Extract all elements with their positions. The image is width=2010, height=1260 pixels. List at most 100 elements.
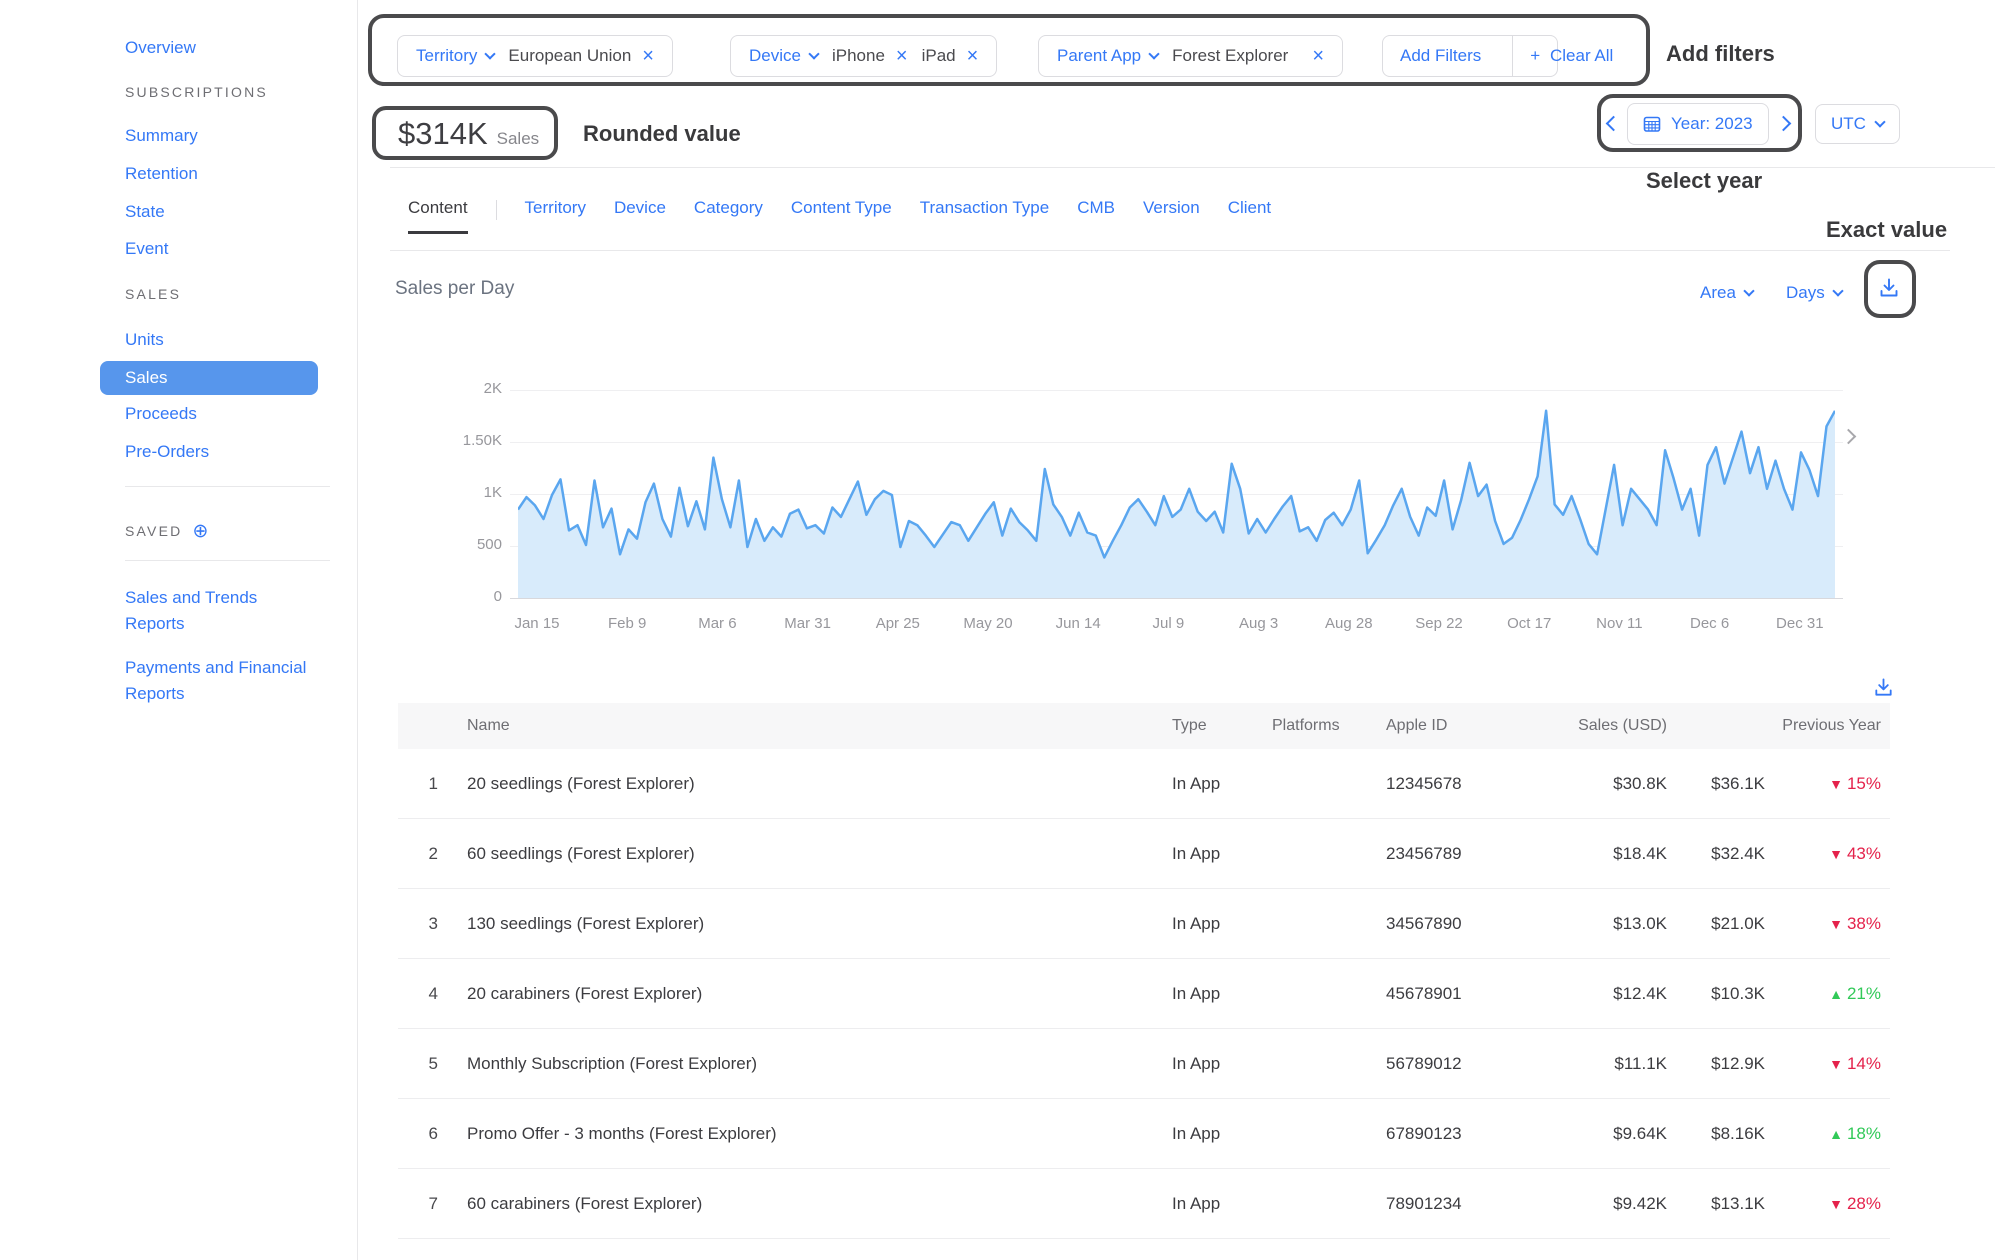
y-axis-tick: 2K [440,380,502,397]
sales-usd: $11.1K [1614,1029,1667,1099]
product-type: In App [1172,1169,1220,1239]
x-axis-tick: Jun 14 [1033,615,1123,632]
apple-id: 23456789 [1386,819,1462,889]
annotation-add-filters: Add filters [1666,41,1775,67]
remove-filter-icon[interactable]: × [896,46,908,66]
product-type: In App [1172,1029,1220,1099]
tab-client[interactable]: Client [1228,198,1271,231]
device-filter-label[interactable]: Device [749,46,818,66]
product-name: 60 seedlings (Forest Explorer) [467,819,695,889]
remove-filter-icon[interactable]: × [1312,46,1324,66]
change-percent: ▼28% [1829,1169,1881,1239]
sidebar-item-retention[interactable]: Retention [125,164,198,184]
sidebar-item-event[interactable]: Event [125,239,168,259]
table-row[interactable]: 2 60 seedlings (Forest Explorer) In App … [398,819,1890,889]
kpi-total-sales: $314K Sales [398,116,539,152]
x-axis-tick: Jul 9 [1123,615,1213,632]
x-axis-tick: Jan 15 [492,615,582,632]
table-row[interactable]: 7 60 carabiners (Forest Explorer) In App… [398,1169,1890,1239]
chart-next-icon[interactable] [1841,429,1857,445]
download-table-button[interactable] [1872,676,1895,704]
product-name: 20 seedlings (Forest Explorer) [467,749,695,819]
kpi-value: $314K [398,116,488,151]
tab-content[interactable]: Content [408,198,468,234]
sidebar-item-overview[interactable]: Overview [125,38,196,58]
add-filters-label[interactable]: Add Filters [1383,36,1498,76]
table-row[interactable]: 1 20 seedlings (Forest Explorer) In App … [398,749,1890,819]
product-name: 20 carabiners (Forest Explorer) [467,959,702,1029]
remove-filter-icon[interactable]: × [967,46,979,66]
sidebar-item-sales-selected[interactable]: Sales [100,361,318,395]
area-chart-plot[interactable] [518,390,1835,598]
product-type: In App [1172,889,1220,959]
y-axis-tick: 0 [440,588,502,605]
tab-version[interactable]: Version [1143,198,1200,231]
previous-year-sales: $21.0K [1711,889,1765,959]
filter-pill-parent-app[interactable]: Parent App Forest Explorer × [1038,35,1343,77]
territory-label: Territory [416,46,477,66]
table-row[interactable]: 4 20 carabiners (Forest Explorer) In App… [398,959,1890,1029]
sidebar-item-summary[interactable]: Summary [125,126,198,146]
plus-circle-icon[interactable]: ⊕ [192,521,210,542]
sidebar-section-sales: SALES [125,286,181,302]
timezone-selector[interactable]: UTC [1815,104,1900,144]
change-percent: ▲21% [1829,959,1881,1029]
sidebar-item-proceeds[interactable]: Proceeds [125,404,197,424]
parent-app-filter-value: Forest Explorer × [1172,46,1324,66]
previous-year-icon[interactable] [1606,116,1622,132]
download-icon [1877,276,1901,300]
y-axis-tick: 1.50K [440,432,502,449]
tab-category[interactable]: Category [694,198,763,231]
change-percent: ▼15% [1829,749,1881,819]
triangle-down-icon: ▼ [1829,916,1843,932]
filter-pill-device[interactable]: Device iPhone × iPad × [730,35,997,77]
kpi-unit-label: Sales [497,129,540,148]
sales-per-day-chart[interactable]: 2K1.50K1K5000Jan 15Feb 9Mar 6Mar 31Apr 2… [518,385,1835,645]
triangle-down-icon: ▼ [1829,846,1843,862]
tab-cmb[interactable]: CMB [1077,198,1115,231]
row-index: 3 [412,889,438,959]
sidebar-item-units[interactable]: Units [125,330,164,350]
previous-year-sales: $12.9K [1711,1029,1765,1099]
col-header-sales-usd: Sales (USD) [1578,703,1667,749]
add-filters-button[interactable]: Add Filters + [1382,35,1558,77]
year-label: Year: 2023 [1671,114,1753,134]
x-axis-tick: Aug 3 [1214,615,1304,632]
chart-type-dropdown[interactable]: Area [1700,283,1753,303]
apple-id: 34567890 [1386,889,1462,959]
sales-usd: $9.64K [1613,1099,1667,1169]
tab-transaction-type[interactable]: Transaction Type [920,198,1049,231]
territory-filter-label[interactable]: Territory [416,46,494,66]
table-row[interactable]: 3 130 seedlings (Forest Explorer) In App… [398,889,1890,959]
table-row[interactable]: 5 Monthly Subscription (Forest Explorer)… [398,1029,1890,1099]
tab-territory[interactable]: Territory [525,198,586,231]
chevron-down-icon [1743,285,1754,296]
next-year-icon[interactable] [1776,116,1792,132]
sidebar-item-sales-trends-reports[interactable]: Sales and Trends Reports [125,585,310,637]
table-row[interactable]: 6 Promo Offer - 3 months (Forest Explore… [398,1099,1890,1169]
filter-pill-territory[interactable]: Territory European Union × [397,35,673,77]
download-chart-button[interactable] [1877,276,1901,305]
sidebar-item-payments-financial-reports[interactable]: Payments and Financial Reports [125,655,310,707]
granularity-dropdown[interactable]: Days [1786,283,1842,303]
chevron-down-icon [1874,116,1885,127]
tab-device[interactable]: Device [614,198,666,231]
x-axis-tick: May 20 [943,615,1033,632]
remove-filter-icon[interactable]: × [642,46,654,66]
year-selector[interactable]: Year: 2023 [1627,103,1769,145]
chevron-down-icon [485,48,496,59]
sidebar-item-state[interactable]: State [125,202,165,222]
download-icon [1872,676,1895,699]
x-axis-tick: Aug 28 [1304,615,1394,632]
row-index: 4 [412,959,438,1029]
timezone-label: UTC [1831,114,1866,134]
x-axis-tick: Mar 6 [672,615,762,632]
sidebar-item-pre-orders[interactable]: Pre-Orders [125,442,209,462]
col-header-apple-id: Apple ID [1386,703,1447,749]
product-type: In App [1172,959,1220,1029]
tab-content-type[interactable]: Content Type [791,198,892,231]
sidebar-divider [125,560,330,561]
annotation-exact-value: Exact value [1826,217,1947,243]
parent-app-filter-label[interactable]: Parent App [1057,46,1158,66]
clear-all-button[interactable]: Clear All [1550,46,1613,66]
